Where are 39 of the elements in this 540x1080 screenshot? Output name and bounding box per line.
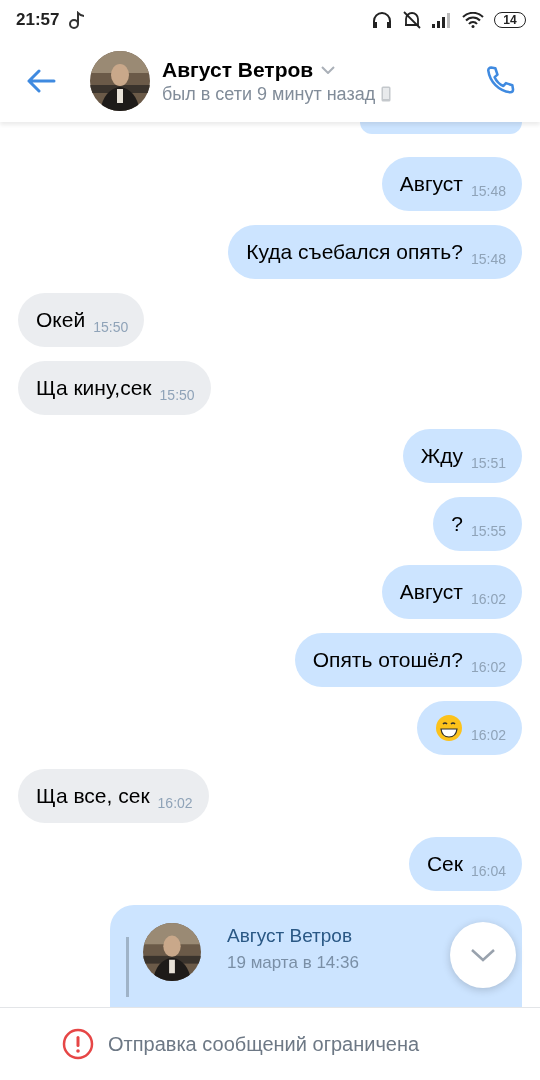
warning-icon bbox=[62, 1028, 94, 1060]
message-time: 16:02 bbox=[470, 727, 506, 743]
message-text: Ща кину,сек bbox=[36, 376, 152, 400]
bell-off-icon bbox=[402, 11, 422, 29]
chevron-down-icon bbox=[470, 948, 496, 962]
message-time: 16:02 bbox=[470, 591, 506, 607]
profile-avatar bbox=[90, 51, 150, 111]
forward-date: 19 марта в 14:36 bbox=[227, 953, 359, 973]
message-text: ? bbox=[451, 512, 463, 536]
message-time: 15:48 bbox=[470, 183, 506, 199]
message-text: Жду bbox=[420, 444, 463, 468]
online-status: был в сети 9 минут назад bbox=[162, 83, 376, 105]
message-time: 16:04 bbox=[470, 863, 506, 879]
phone-device-icon bbox=[381, 86, 392, 102]
message-time: 15:50 bbox=[159, 387, 195, 403]
restriction-notice: Отправка сообщений ограничена bbox=[108, 1032, 420, 1056]
message-text: Опять отошёл? bbox=[312, 648, 463, 672]
message-time: 15:50 bbox=[93, 319, 129, 335]
message-text: Август bbox=[399, 580, 463, 604]
signal-icon bbox=[432, 12, 452, 28]
message-time: 16:02 bbox=[470, 659, 506, 675]
message-time: 16:02 bbox=[157, 795, 193, 811]
message-time: 15:55 bbox=[470, 523, 506, 539]
message-text: Куда съебался опять? bbox=[246, 240, 463, 264]
forward-author: Август Ветров bbox=[227, 925, 353, 947]
wifi-icon bbox=[462, 12, 484, 28]
message-text: Сек bbox=[426, 852, 463, 876]
status-time: 21:57 bbox=[16, 10, 60, 30]
message-text: Ща все, сек bbox=[36, 784, 150, 808]
message-time: 15:48 bbox=[470, 251, 506, 267]
grinning-emoji-icon bbox=[434, 714, 463, 742]
message-text: Окей bbox=[36, 308, 86, 332]
contact-name[interactable]: Август Ветров bbox=[162, 57, 314, 82]
message-time: 15:51 bbox=[470, 455, 506, 471]
message-text: Август bbox=[399, 172, 463, 196]
headphones-icon bbox=[372, 11, 392, 29]
music-note-icon bbox=[69, 11, 86, 29]
chevron-down-icon[interactable] bbox=[321, 65, 336, 74]
back-arrow-icon[interactable] bbox=[26, 69, 56, 93]
